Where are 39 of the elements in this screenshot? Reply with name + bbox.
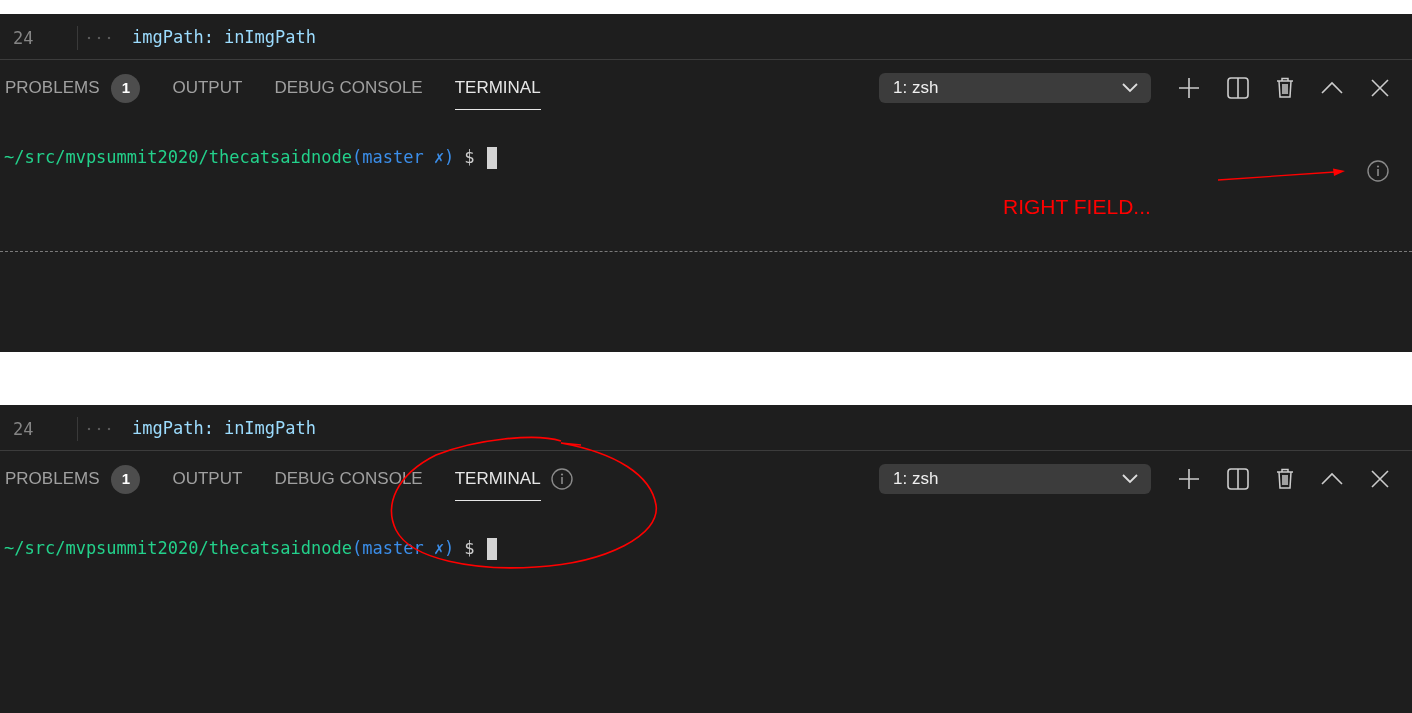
code-text: inImgPath <box>223 417 316 441</box>
panel-tab[interactable]: TERMINAL <box>454 451 541 507</box>
terminal-text: ~/src/mvpsummit2020/thecatsaidnode <box>4 146 352 170</box>
info-icon[interactable] <box>550 468 573 490</box>
close-icon[interactable] <box>1370 78 1390 98</box>
panel-tab[interactable]: PROBLEMS 1 <box>5 60 141 116</box>
plus-icon[interactable] <box>1178 77 1200 99</box>
code-text: imgPath: <box>132 26 214 50</box>
terminal-text: $ <box>464 537 475 561</box>
line-number: 24 <box>0 26 78 50</box>
terminal-text: (master ✗) <box>352 146 455 170</box>
close-icon[interactable] <box>1370 469 1390 489</box>
count-badge: 1 <box>111 73 141 103</box>
annotation-text: RIGHT FIELD... <box>1003 194 1151 220</box>
panel-tab[interactable]: TERMINAL <box>454 60 541 116</box>
panel-tab[interactable]: DEBUG CONSOLE <box>274 60 423 116</box>
plus-icon[interactable] <box>1178 468 1200 490</box>
terminal-text: ~/src/mvpsummit2020/thecatsaidnode <box>4 537 352 561</box>
code-text: imgPath: <box>132 417 214 441</box>
split-icon[interactable] <box>1227 77 1249 99</box>
count-badge: 1 <box>111 464 141 494</box>
panel-tab[interactable]: OUTPUT <box>172 451 243 507</box>
chevron-up-icon[interactable] <box>1321 471 1343 487</box>
trash-icon[interactable] <box>1276 468 1294 490</box>
chevron-down-icon <box>1121 82 1139 94</box>
terminal-cursor <box>486 147 497 169</box>
split-icon[interactable] <box>1227 468 1249 490</box>
terminal-text: $ <box>464 146 475 170</box>
terminal-dropdown[interactable]: 1: zsh <box>879 73 1151 103</box>
panel-tab[interactable]: OUTPUT <box>172 60 243 116</box>
terminal-cursor <box>486 538 497 560</box>
trash-icon[interactable] <box>1276 77 1294 99</box>
chevron-down-icon <box>1121 473 1139 485</box>
info-icon[interactable] <box>1367 160 1389 182</box>
line-number: 24 <box>0 417 78 441</box>
terminal-dropdown[interactable]: 1: zsh <box>879 464 1151 494</box>
panel-tab[interactable]: PROBLEMS 1 <box>5 451 141 507</box>
code-text: inImgPath <box>223 26 316 50</box>
chevron-up-icon[interactable] <box>1321 80 1343 96</box>
